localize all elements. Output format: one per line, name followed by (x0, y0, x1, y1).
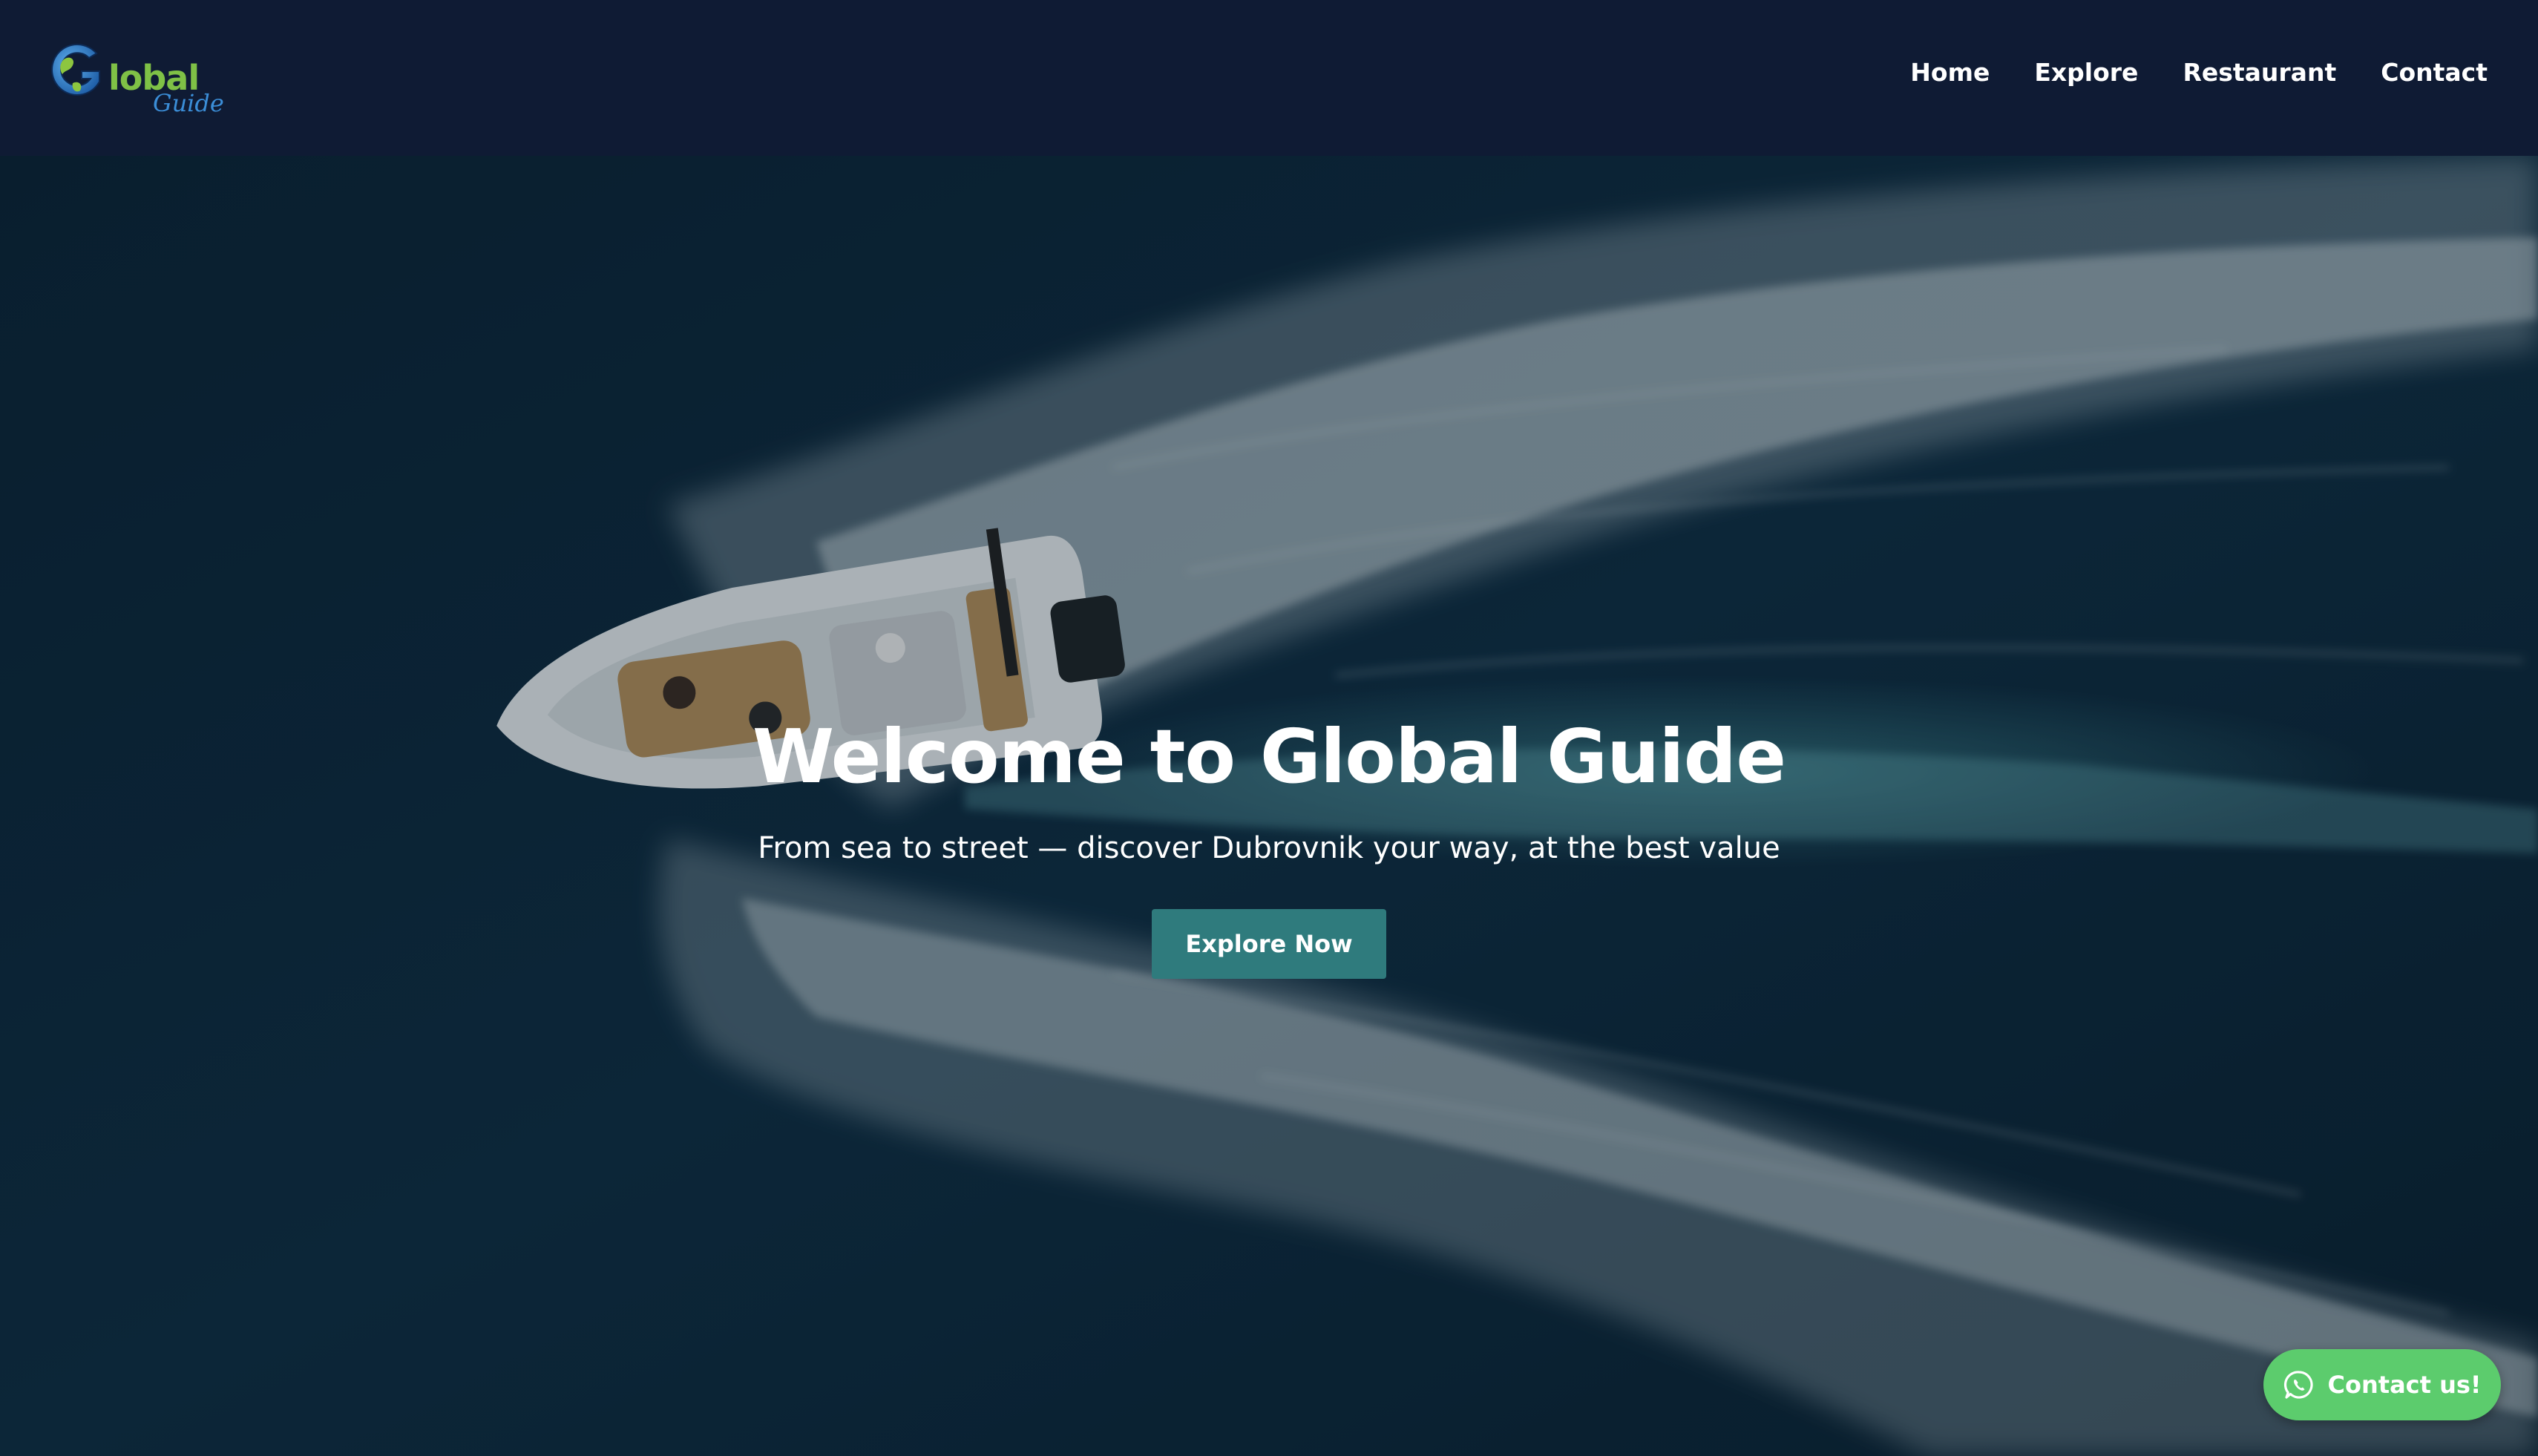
logo-subtitle: Guide (153, 89, 224, 117)
contact-us-label: Contact us! (2327, 1371, 2482, 1399)
hero-section: Welcome to Global Guide From sea to stre… (0, 156, 2538, 1456)
logo[interactable]: lobal Guide (50, 37, 229, 119)
hero-subtitle: From sea to street — discover Dubrovnik … (758, 831, 1780, 865)
nav-home[interactable]: Home (1910, 58, 1990, 87)
explore-now-button[interactable]: Explore Now (1152, 909, 1386, 979)
page: lobal Guide Home Explore Restaurant Cont… (0, 0, 2538, 1456)
nav-contact[interactable]: Contact (2381, 58, 2488, 87)
hero-title: Welcome to Global Guide (752, 713, 1786, 800)
site-header: lobal Guide Home Explore Restaurant Cont… (0, 0, 2538, 156)
nav-restaurant[interactable]: Restaurant (2183, 58, 2336, 87)
logo-globe-icon (51, 43, 100, 96)
main-nav: Home Explore Restaurant Contact (1910, 58, 2488, 87)
hero-content: Welcome to Global Guide From sea to stre… (0, 709, 2538, 979)
contact-us-button[interactable]: Contact us! (2263, 1349, 2501, 1420)
whatsapp-icon (2283, 1371, 2313, 1399)
nav-explore[interactable]: Explore (2034, 58, 2138, 87)
